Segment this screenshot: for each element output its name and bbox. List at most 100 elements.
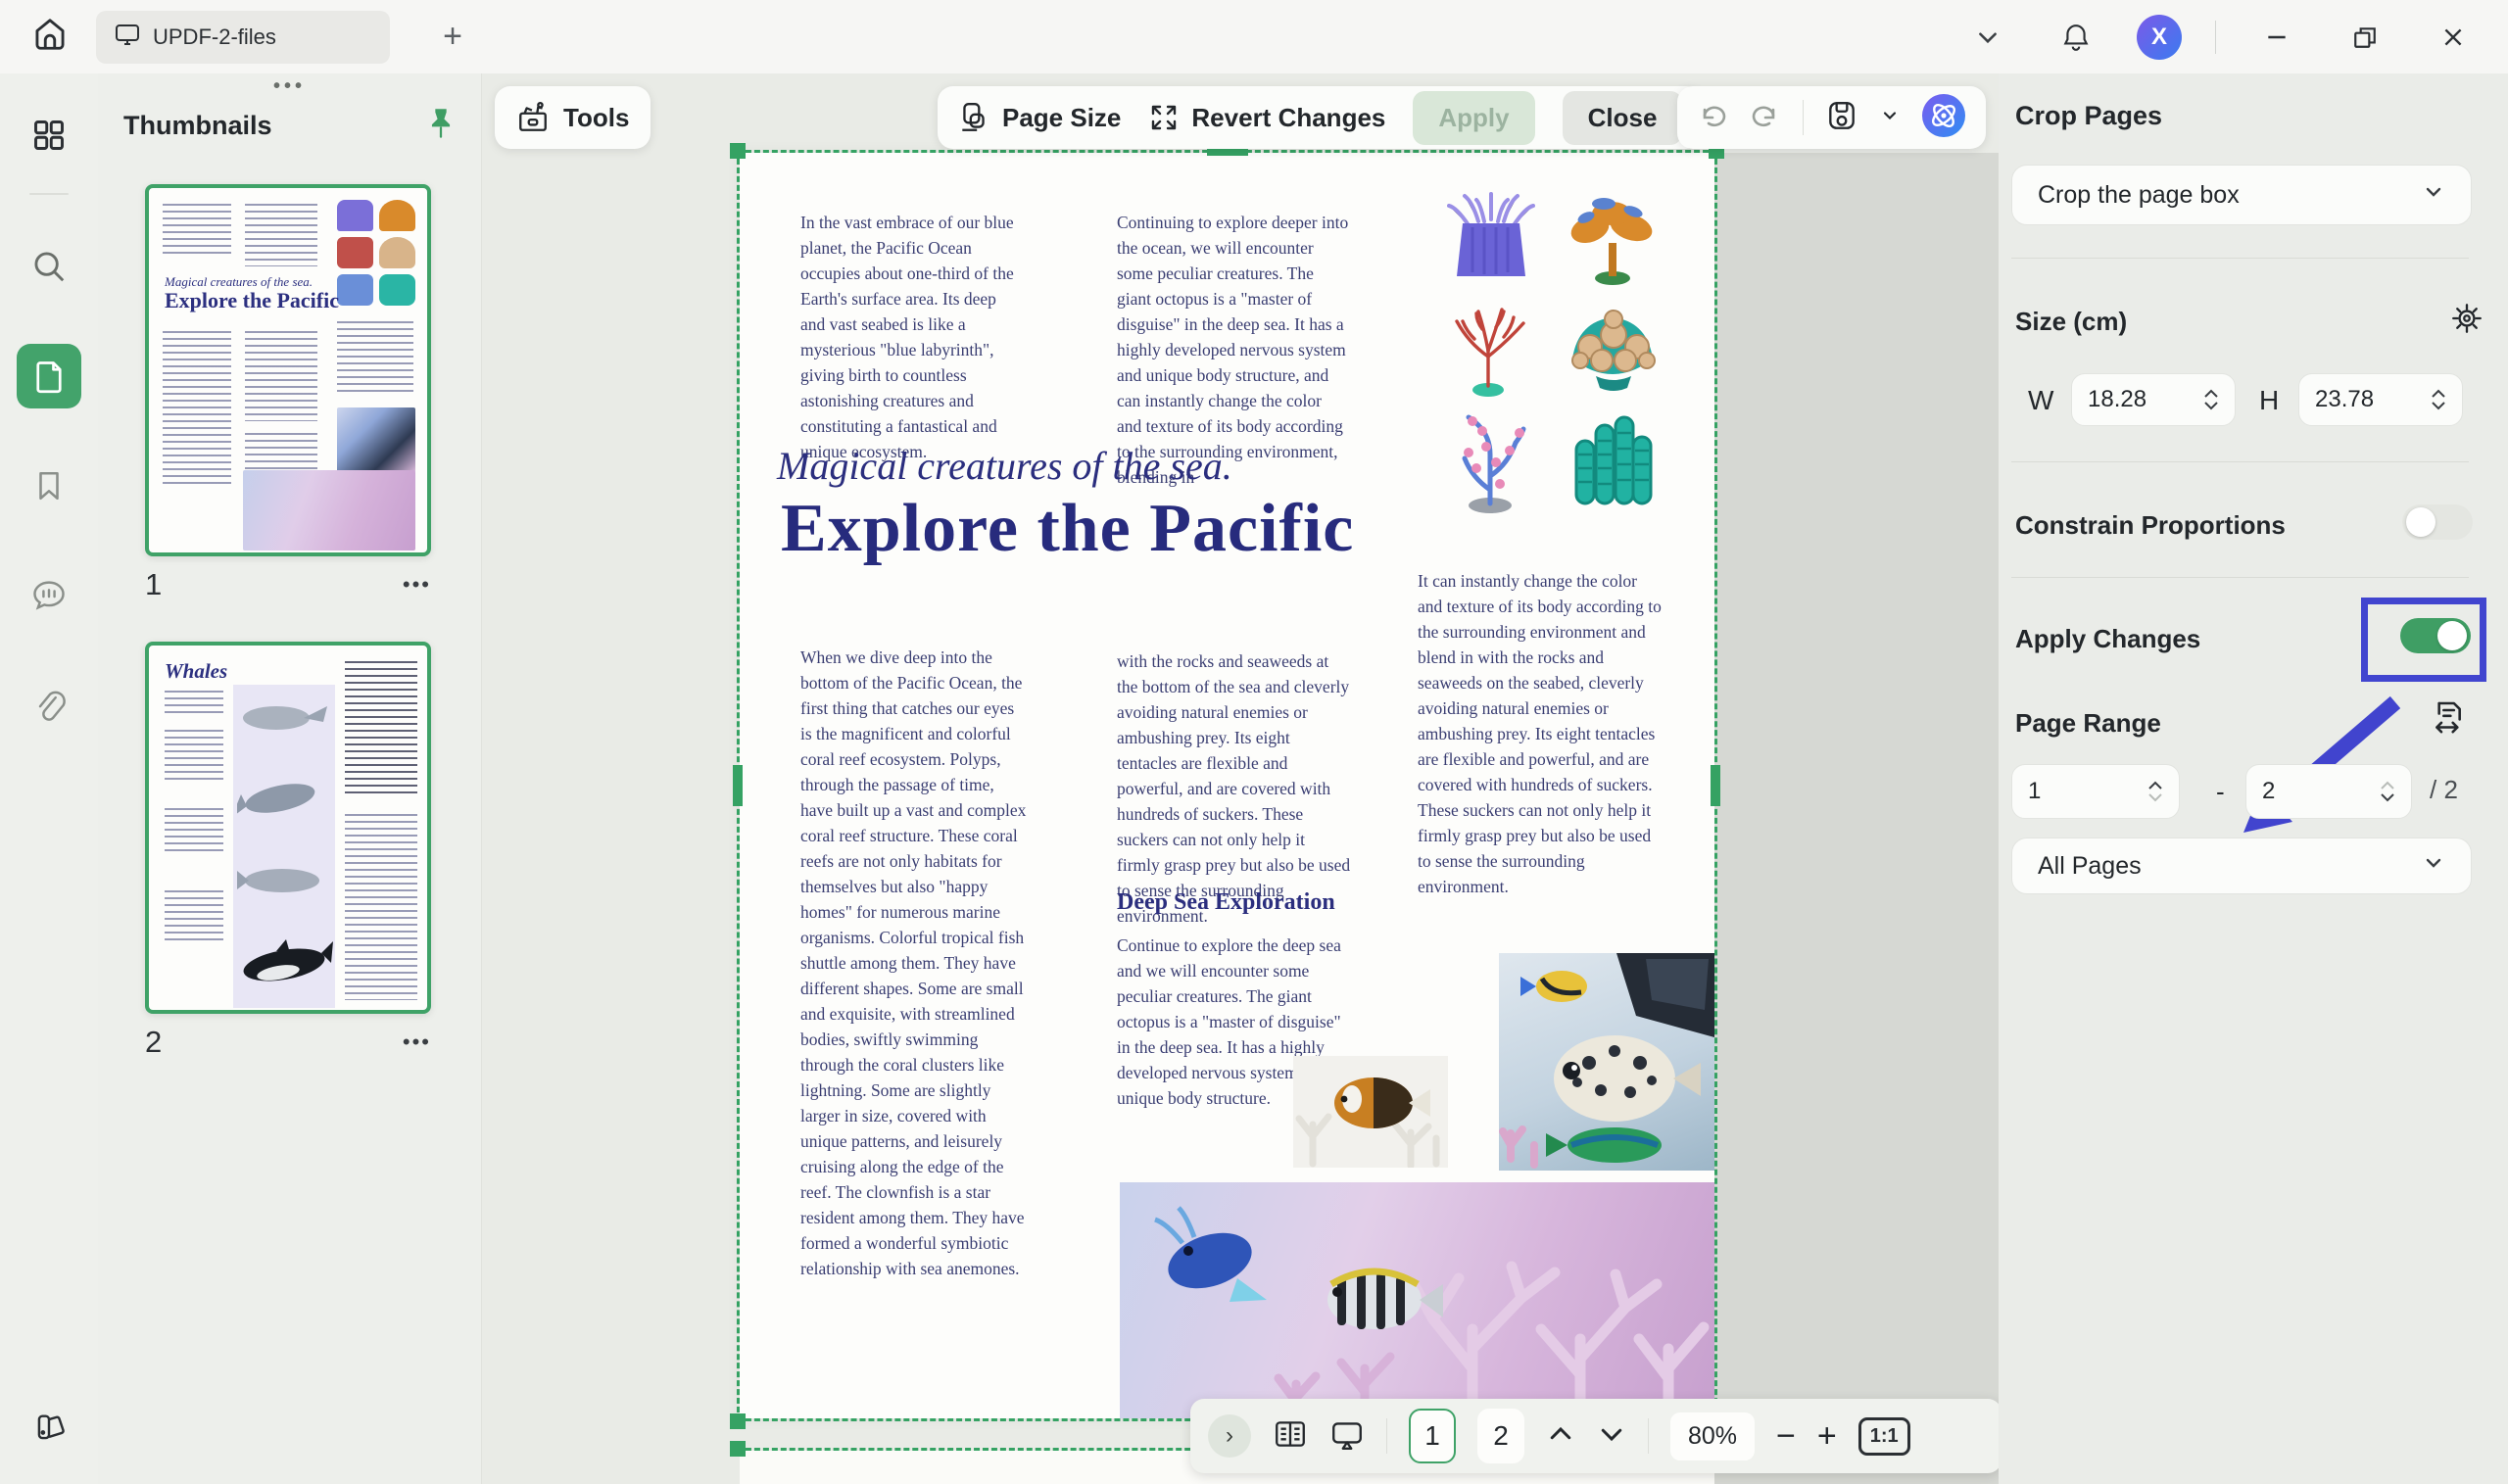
chevron-up-icon	[2431, 389, 2446, 399]
presentation-button[interactable]	[1329, 1416, 1365, 1457]
crop-handle-left-mid[interactable]	[733, 765, 743, 806]
search-button[interactable]	[17, 234, 81, 299]
height-stepper[interactable]	[2431, 389, 2446, 410]
goto-page-1-button[interactable]: 1	[1409, 1409, 1456, 1463]
tools-label: Tools	[563, 103, 629, 133]
crop-handle-right-mid[interactable]	[1711, 765, 1720, 806]
constrain-proportions-toggle[interactable]	[2402, 504, 2473, 540]
redo-button[interactable]	[1750, 100, 1781, 136]
close-icon	[2440, 24, 2466, 50]
height-label: H	[2259, 385, 2279, 416]
goto-page-2-button[interactable]: 2	[1477, 1409, 1524, 1463]
chevron-down-icon	[1880, 106, 1900, 125]
whale-illustration	[237, 859, 331, 902]
thumbnails-panel-button[interactable]	[17, 344, 81, 408]
width-value: 18.28	[2088, 386, 2146, 413]
home-grid-button[interactable]	[17, 103, 81, 168]
divider	[29, 193, 69, 195]
collapse-toolbar-button[interactable]	[1960, 13, 2015, 62]
custom-range-button[interactable]	[2428, 696, 2469, 742]
divider	[1648, 1418, 1649, 1454]
height-input[interactable]: 23.78	[2298, 373, 2463, 426]
thumbnail-2-more-button[interactable]: •••	[403, 1029, 431, 1055]
divider	[2215, 21, 2216, 54]
width-label: W	[2028, 385, 2053, 416]
next-page-button[interactable]	[1597, 1419, 1626, 1454]
notifications-button[interactable]	[2049, 13, 2103, 62]
avatar[interactable]: X	[2137, 15, 2182, 60]
thumbnail-page-1[interactable]: Magical creatures of the sea. Explore th…	[145, 184, 431, 556]
size-label: Size (cm)	[2015, 307, 2127, 337]
page-size-button[interactable]: Page Size	[957, 101, 1121, 134]
appearance-button[interactable]	[17, 1396, 81, 1460]
whale-illustration	[237, 698, 331, 738]
chevron-down-icon	[2147, 792, 2163, 802]
crop2-handle-top-left[interactable]	[730, 1441, 746, 1457]
apply-changes-toggle[interactable]	[2400, 618, 2471, 653]
thumbnail-1-more-button[interactable]: •••	[403, 572, 431, 598]
save-icon	[1825, 99, 1858, 132]
thumbnail-page-2[interactable]: Whales	[145, 642, 431, 1014]
page-range-icon	[2428, 696, 2469, 738]
range-from-input[interactable]: 1	[2011, 764, 2180, 819]
document-tab[interactable]: UPDF-2-files	[96, 11, 390, 64]
ai-assistant-button[interactable]	[1921, 93, 1966, 143]
previous-page-button[interactable]	[1546, 1419, 1575, 1454]
chevron-down-icon	[2203, 401, 2219, 410]
mini-text	[165, 808, 223, 855]
revert-icon	[1148, 102, 1180, 133]
panel-title: Crop Pages	[2015, 101, 2162, 131]
comments-button[interactable]	[17, 563, 81, 628]
titlebar: UPDF-2-files + X	[0, 0, 2508, 73]
mini-text	[345, 661, 417, 798]
zoom-level-field[interactable]: 80%	[1670, 1412, 1755, 1460]
save-button[interactable]	[1825, 99, 1858, 137]
two-page-view-button[interactable]	[1273, 1416, 1308, 1457]
attachments-button[interactable]	[17, 673, 81, 738]
crop-mode-dropdown[interactable]: Crop the page box	[2011, 165, 2472, 225]
toolbox-icon	[516, 101, 550, 134]
divider	[2011, 258, 2469, 259]
mini-corals	[337, 200, 415, 306]
minimize-button[interactable]	[2249, 13, 2304, 62]
page-size-label: Page Size	[1002, 103, 1121, 133]
crop-handle-top-left[interactable]	[730, 143, 746, 159]
range-to-input[interactable]: 2	[2245, 764, 2412, 819]
page-icon	[31, 359, 67, 394]
pin-icon[interactable]	[426, 107, 456, 145]
home-button[interactable]	[18, 10, 82, 65]
chevron-up-icon	[2203, 389, 2219, 399]
chevron-down-icon	[2422, 180, 2445, 211]
mini-text	[165, 730, 223, 785]
apply-button[interactable]: Apply	[1413, 91, 1534, 145]
close-button[interactable]: Close	[1563, 91, 1683, 145]
revert-changes-button[interactable]: Revert Changes	[1148, 102, 1385, 133]
zoom-out-button[interactable]: −	[1776, 1417, 1796, 1456]
expand-bar-button[interactable]: ›	[1208, 1414, 1251, 1458]
crop-selection-box[interactable]	[737, 150, 1717, 1421]
undo-button[interactable]	[1697, 100, 1728, 136]
width-input[interactable]: 18.28	[2071, 373, 2236, 426]
chevron-down-icon	[1975, 24, 2001, 50]
constrain-proportions-label: Constrain Proportions	[2015, 510, 2286, 541]
mini-page2-title: Whales	[165, 659, 227, 684]
tools-button[interactable]: Tools	[495, 86, 651, 149]
size-settings-button[interactable]	[2449, 301, 2484, 341]
range-from-stepper[interactable]	[2147, 781, 2163, 802]
mini-text	[163, 204, 231, 255]
actual-size-button[interactable]: 1:1	[1858, 1417, 1910, 1456]
new-tab-button[interactable]: +	[429, 14, 476, 61]
mini-text	[337, 321, 413, 396]
save-menu-button[interactable]	[1880, 106, 1900, 130]
panel-drag-handle[interactable]: •••	[273, 75, 306, 98]
range-separator: -	[2216, 777, 2225, 807]
close-window-button[interactable]	[2426, 13, 2481, 62]
page-scope-dropdown[interactable]: All Pages	[2011, 838, 2472, 894]
crop-handle-bottom-left[interactable]	[730, 1413, 746, 1429]
bookmarks-button[interactable]	[17, 454, 81, 518]
range-to-stepper[interactable]	[2380, 781, 2395, 802]
mini-whale-band	[233, 685, 335, 1008]
restore-button[interactable]	[2338, 13, 2392, 62]
width-stepper[interactable]	[2203, 389, 2219, 410]
zoom-in-button[interactable]: +	[1817, 1417, 1837, 1456]
